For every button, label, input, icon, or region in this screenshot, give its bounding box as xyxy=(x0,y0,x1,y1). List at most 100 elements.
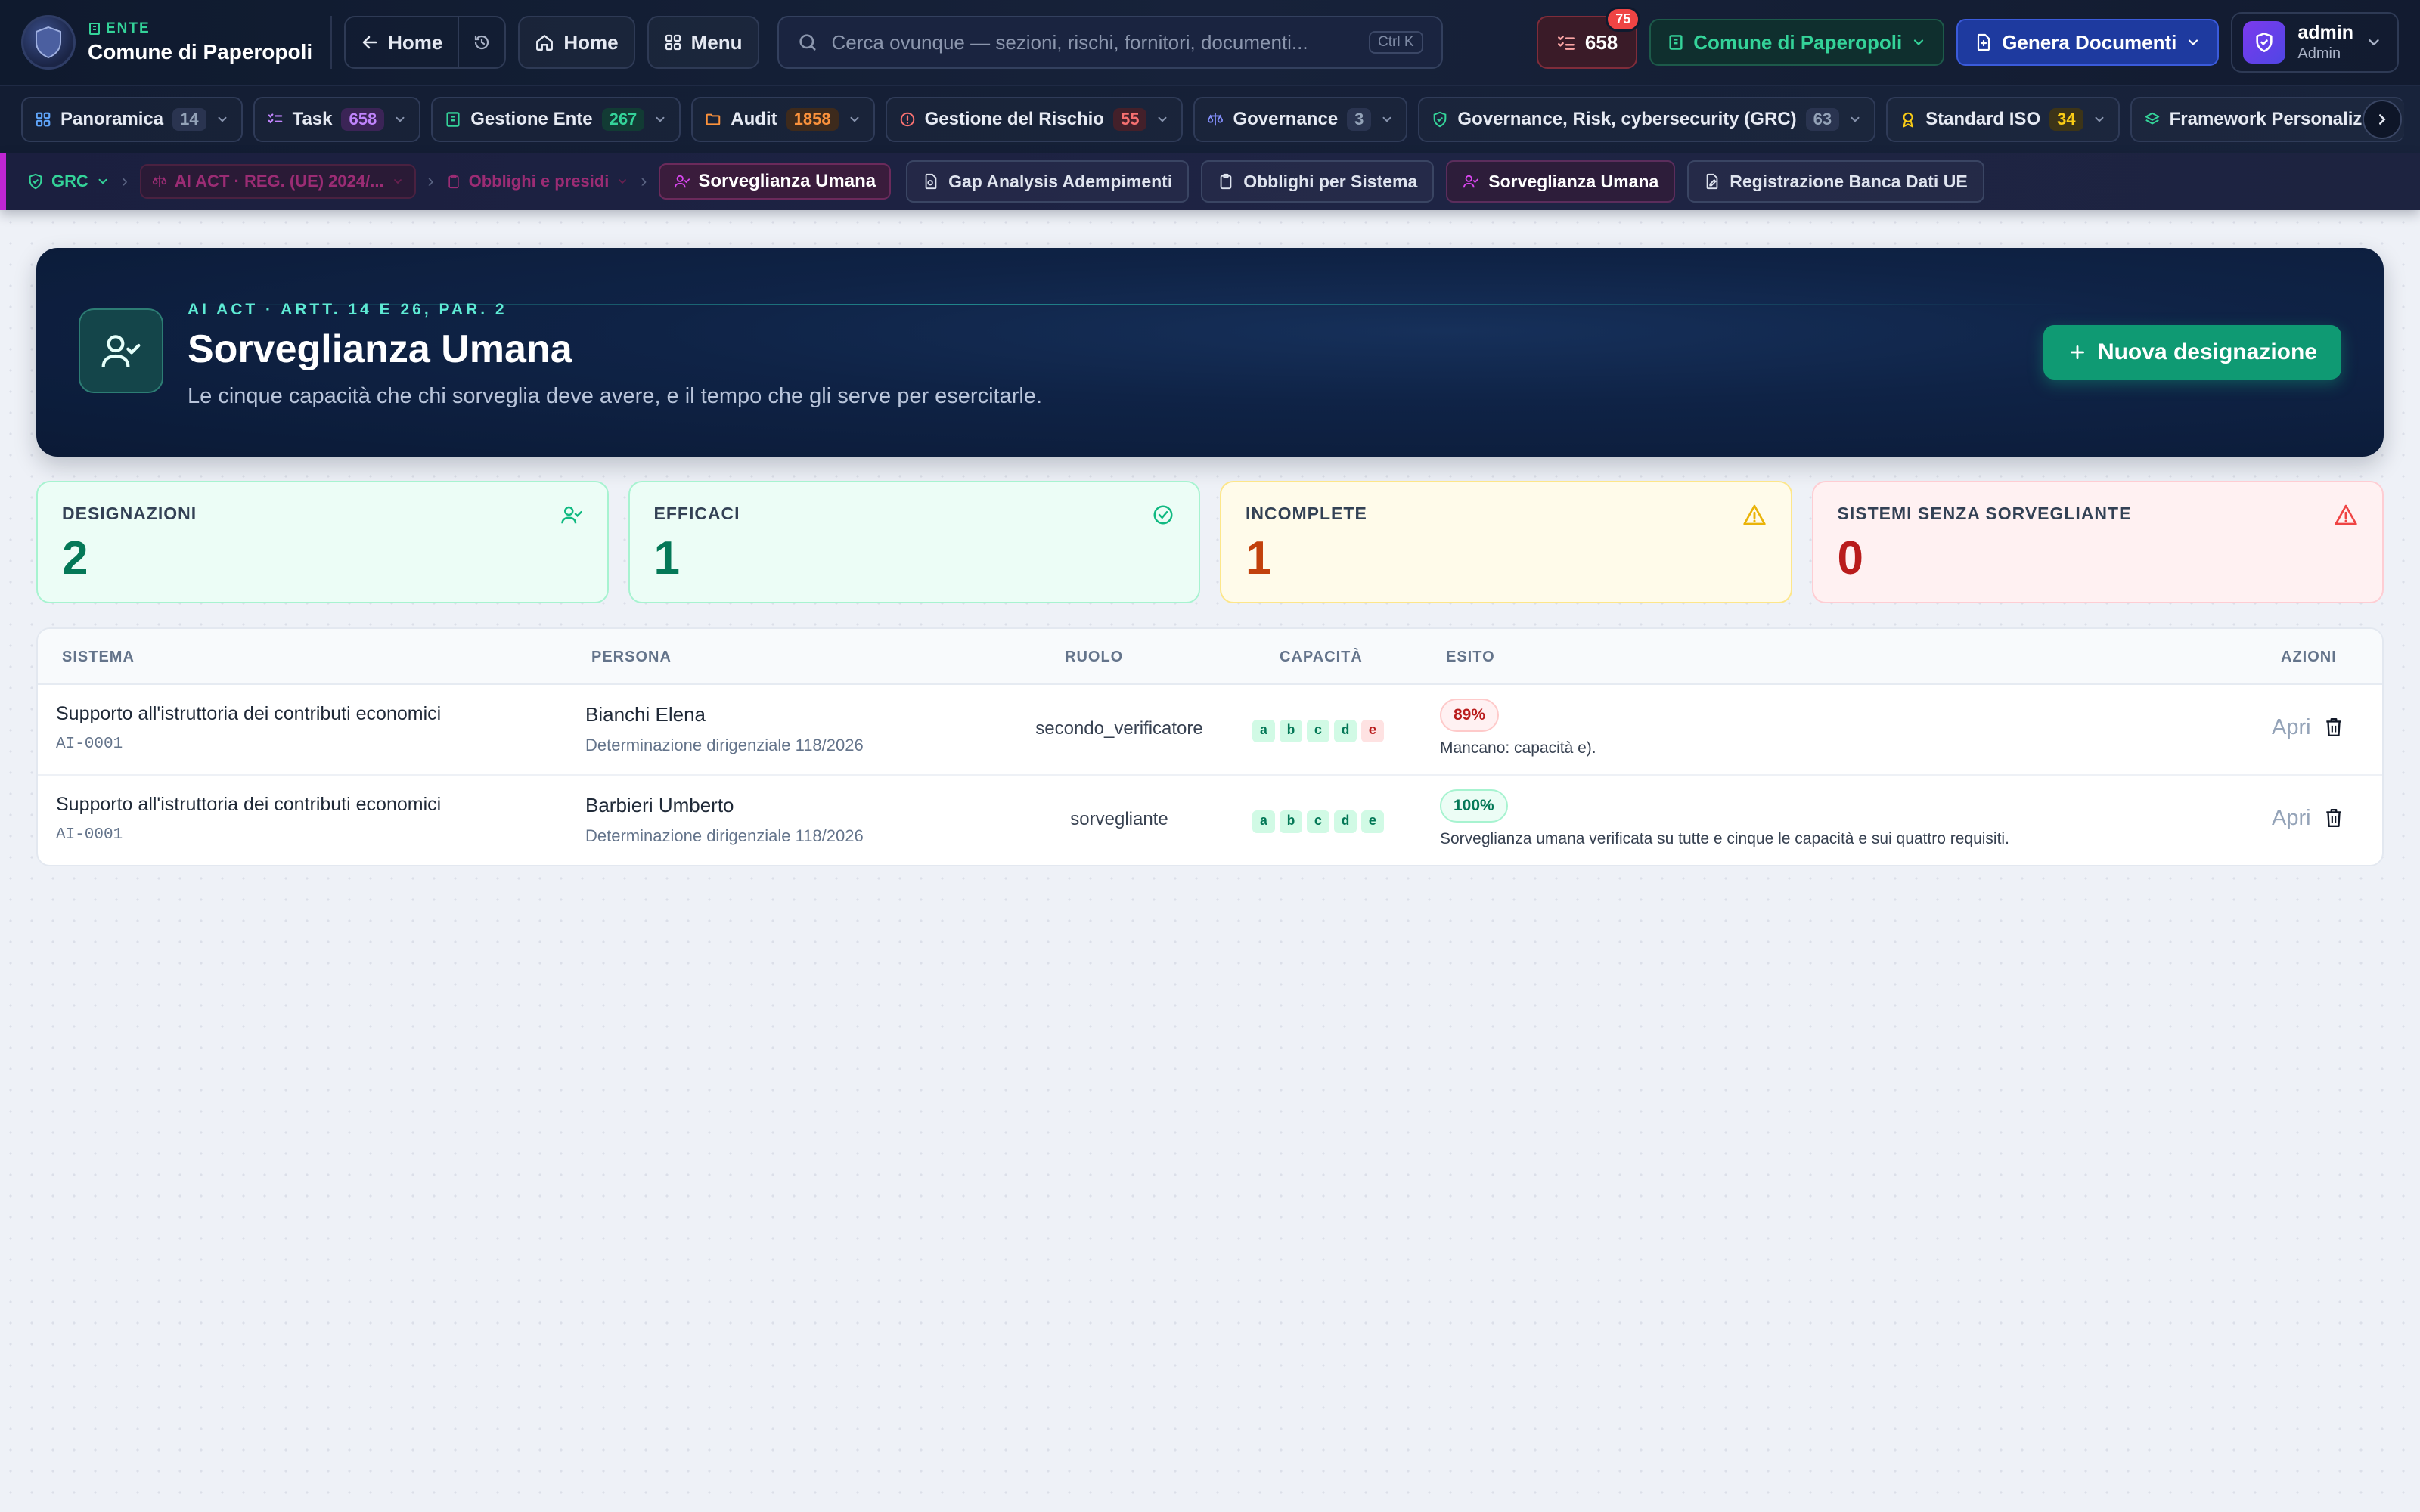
check-circle-icon xyxy=(1152,503,1174,526)
capacity-chip: c xyxy=(1307,720,1329,742)
tasks-badge: 75 xyxy=(1606,7,1641,32)
grid-icon xyxy=(664,33,682,51)
home-icon xyxy=(535,33,554,52)
module-count: 14 xyxy=(172,108,206,131)
table-header: SISTEMA PERSONA RUOLO CAPACITÀ ESITO AZI… xyxy=(38,629,2382,685)
system-code: AI-0001 xyxy=(56,826,123,844)
tab-sorveglianza-umana[interactable]: Sorveglianza Umana xyxy=(1446,160,1676,203)
user-check-icon xyxy=(674,173,690,190)
breadcrumb-separator: › xyxy=(427,171,434,191)
column-header-ruolo[interactable]: RUOLO xyxy=(1065,649,1123,666)
module-count: 658 xyxy=(341,108,385,131)
arrow-left-icon xyxy=(361,33,379,51)
role-value: secondo_verificatore xyxy=(1035,718,1203,739)
open-link[interactable]: Apri xyxy=(2272,715,2311,740)
breadcrumb-grc[interactable]: GRC xyxy=(27,172,110,191)
breadcrumb-obblighi-label: Obblighi e presidi xyxy=(468,172,610,191)
tab-obblighi-sistema[interactable]: Obblighi per Sistema xyxy=(1201,160,1435,203)
stats-row: DESIGNAZIONI 2 EFFICACI 1 INCOMPLETE 1 S… xyxy=(36,481,2384,603)
scale-icon xyxy=(1207,111,1224,128)
tab-registrazione-banca-dati[interactable]: Registrazione Banca Dati UE xyxy=(1687,160,1984,203)
tasks-button[interactable]: 658 75 xyxy=(1536,7,1641,69)
person-name: Bianchi Elena xyxy=(585,703,706,726)
module-count: 3 xyxy=(1347,108,1372,131)
user-menu[interactable]: admin Admin xyxy=(2231,12,2399,73)
chevron-down-icon xyxy=(392,175,404,187)
module-task[interactable]: Task 658 xyxy=(253,97,421,142)
brand-kicker-label: ENTE xyxy=(106,20,150,36)
folder-icon xyxy=(705,111,721,128)
home-label: Home xyxy=(563,30,619,54)
module-scroll-right-button[interactable] xyxy=(2363,100,2402,139)
module-standard-iso[interactable]: Standard ISO 34 xyxy=(1886,97,2120,142)
nav-back-group: Home xyxy=(344,16,507,69)
user-check-icon xyxy=(1463,173,1479,190)
open-link[interactable]: Apri xyxy=(2272,806,2311,831)
module-governance[interactable]: Governance 3 xyxy=(1193,97,1408,142)
score-badge: 89% xyxy=(1440,699,1500,732)
module-label: Gestione del Rischio xyxy=(924,109,1104,129)
stat-card-efficaci: EFFICACI 1 xyxy=(628,481,1200,603)
chevron-down-icon xyxy=(653,113,667,126)
module-count: 267 xyxy=(601,108,645,131)
history-button[interactable] xyxy=(458,17,504,67)
user-avatar xyxy=(2243,21,2286,64)
tab-gap-analysis[interactable]: Gap Analysis Adempimenti xyxy=(906,160,1190,203)
module-gestione-rischio[interactable]: Gestione del Rischio 55 xyxy=(885,97,1184,142)
search-input[interactable] xyxy=(831,30,1356,54)
breadcrumb-obblighi[interactable]: Obblighi e presidi xyxy=(446,172,629,191)
delete-button[interactable] xyxy=(2320,714,2347,741)
hero-kicker: AI ACT · ARTT. 14 E 26, PAR. 2 xyxy=(188,301,507,318)
capacity-chip: a xyxy=(1252,810,1275,833)
shield-check-icon xyxy=(1432,111,1448,128)
breadcrumb-current: Sorveglianza Umana xyxy=(659,163,892,200)
capacity-chip: e xyxy=(1361,720,1384,742)
alert-circle-icon xyxy=(899,111,916,128)
module-count: 63 xyxy=(1805,108,1840,131)
module-label: Governance xyxy=(1233,109,1339,129)
capacity-chip: a xyxy=(1252,720,1275,742)
breadcrumb-ai-act[interactable]: AI ACT · REG. (UE) 2024/... xyxy=(139,164,416,199)
breadcrumb-ai-act-label: AI ACT · REG. (UE) 2024/... xyxy=(174,172,384,191)
column-header-capacita[interactable]: CAPACITÀ xyxy=(1280,649,1363,666)
breadcrumb-separator: › xyxy=(121,171,128,191)
capacity-chip: d xyxy=(1334,720,1357,742)
grid-icon xyxy=(35,111,51,128)
delete-button[interactable] xyxy=(2320,804,2347,832)
home-button[interactable]: Home xyxy=(518,16,635,69)
chevron-down-icon xyxy=(216,113,229,126)
building-icon xyxy=(445,111,461,128)
module-gestione-ente[interactable]: Gestione Ente 267 xyxy=(431,97,681,142)
table-row[interactable]: Supporto all'istruttoria dei contributi … xyxy=(38,685,2382,776)
new-designation-button[interactable]: Nuova designazione xyxy=(2043,325,2341,380)
ente-logo xyxy=(21,15,76,70)
back-home-label: Home xyxy=(388,30,443,54)
breadcrumb-grc-label: GRC xyxy=(51,172,88,191)
table-row[interactable]: Supporto all'istruttoria dei contributi … xyxy=(38,776,2382,865)
module-audit[interactable]: Audit 1858 xyxy=(691,97,875,142)
module-label: Audit xyxy=(731,109,777,129)
user-name: admin xyxy=(2297,22,2353,43)
column-header-sistema[interactable]: SISTEMA xyxy=(62,649,135,666)
warning-icon xyxy=(2334,503,2358,526)
warning-icon xyxy=(1742,503,1767,526)
ente-selector[interactable]: Comune di Paperopoli xyxy=(1649,19,1945,66)
score-badge: 100% xyxy=(1440,789,1508,823)
module-panoramica[interactable]: Panoramica 14 xyxy=(21,97,243,142)
column-header-persona[interactable]: PERSONA xyxy=(591,649,672,666)
stat-value: 2 xyxy=(62,532,88,584)
scale-icon xyxy=(152,174,167,189)
module-grc[interactable]: Governance, Risk, cybersecurity (GRC) 63 xyxy=(1418,97,1876,142)
back-home-button[interactable]: Home xyxy=(346,17,458,67)
chevron-down-icon xyxy=(2186,35,2201,50)
generate-documents-button[interactable]: Genera Documenti xyxy=(1956,19,2220,66)
brand[interactable]: ENTE Comune di Paperopoli xyxy=(21,15,333,70)
esito-note: Sorveglianza umana verificata su tutte e… xyxy=(1440,830,2009,847)
building-icon xyxy=(1668,34,1684,51)
menu-button[interactable]: Menu xyxy=(647,16,759,69)
document-icon xyxy=(1975,33,1993,51)
chevron-down-icon xyxy=(848,113,861,126)
stat-card-incomplete: INCOMPLETE 1 xyxy=(1220,481,1792,603)
column-header-esito[interactable]: ESITO xyxy=(1446,649,1495,666)
module-count: 34 xyxy=(2049,108,2083,131)
